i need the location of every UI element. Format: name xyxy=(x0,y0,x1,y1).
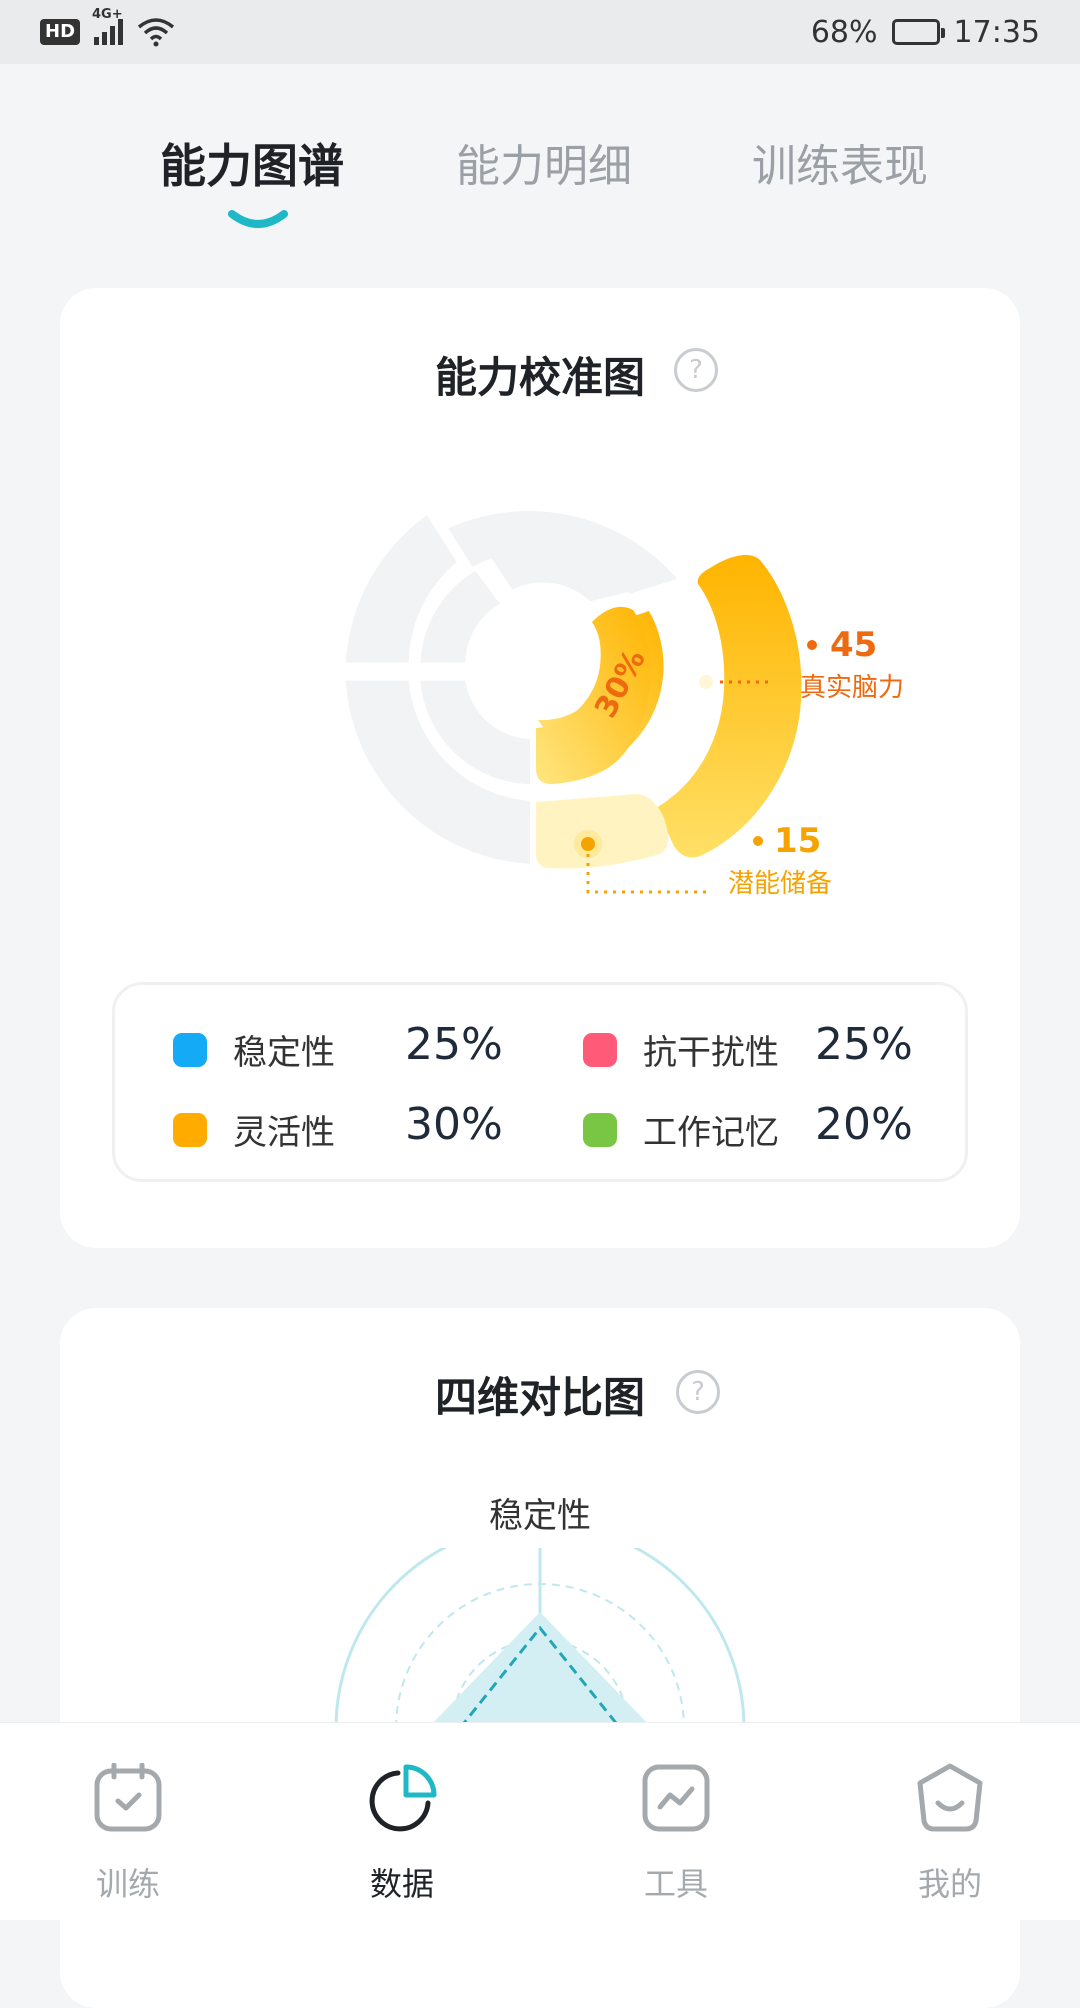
tab-ability-detail[interactable]: 能力明细 xyxy=(456,130,632,194)
clock: 17:35 xyxy=(953,14,1040,50)
legend-swatch xyxy=(583,1032,617,1067)
potential-segment xyxy=(536,794,669,869)
legend-swatch xyxy=(173,1032,207,1067)
help-icon[interactable]: ? xyxy=(676,1370,720,1414)
nav-item-data[interactable]: 数据 xyxy=(322,1723,482,1921)
legend-swatch xyxy=(583,1112,617,1147)
nav-item-tools[interactable]: 工具 xyxy=(596,1723,756,1921)
battery-percent: 68% xyxy=(810,14,878,50)
radar-chart xyxy=(334,1548,746,1728)
legend-value-working-memory: 20% xyxy=(815,1099,913,1150)
tab-ability-map[interactable]: 能力图谱 xyxy=(160,130,344,196)
bottom-nav: 训练 数据 工具 我的 xyxy=(0,1722,1080,1920)
signal-icon: 4G+ xyxy=(92,7,124,45)
hd-badge: HD xyxy=(40,19,81,45)
potential-marker xyxy=(581,837,595,851)
legend: 稳定性 25% 抗干扰性 25% 灵活性 30% 工作记忆 20% xyxy=(112,982,968,1182)
legend-swatch xyxy=(173,1112,207,1147)
potential-number: 15 xyxy=(774,821,821,861)
legend-item-working-memory: 工作记忆 xyxy=(583,1105,779,1154)
calibration-card: 能力校准图 ? 30% 45 真实脑力 15 潜能储备 稳定性 25% 抗干扰性… xyxy=(60,288,1020,1248)
true-value-label: 真实脑力 xyxy=(800,673,904,703)
smile-face-icon xyxy=(917,1763,983,1832)
comparison-title: 四维对比图 xyxy=(60,1364,1020,1425)
legend-item-stability: 稳定性 xyxy=(173,1025,335,1074)
nav-item-mine[interactable]: 我的 xyxy=(870,1723,1030,1921)
legend-value-stability: 25% xyxy=(405,1019,503,1070)
trend-chart-icon xyxy=(642,1764,710,1832)
true-value-dot xyxy=(807,640,817,650)
legend-value-interference: 25% xyxy=(815,1019,913,1070)
status-bar: HD 4G+ 68% 17:35 xyxy=(0,0,1080,64)
legend-item-flexibility: 灵活性 xyxy=(173,1105,335,1154)
true-value-number: 45 xyxy=(830,625,877,665)
status-right: 68% 17:35 xyxy=(811,15,1040,50)
battery-icon xyxy=(891,19,945,45)
top-tabs: 能力图谱 能力明细 训练表现 xyxy=(0,120,1080,240)
tab-training-performance[interactable]: 训练表现 xyxy=(752,130,928,194)
wifi-icon xyxy=(137,18,175,47)
pie-chart-icon xyxy=(369,1764,437,1832)
outer-gold-arc xyxy=(656,554,802,858)
status-left: HD 4G+ xyxy=(40,7,175,47)
nav-item-training[interactable]: 训练 xyxy=(48,1723,208,1921)
calendar-check-icon xyxy=(94,1763,162,1832)
potential-dot xyxy=(753,836,763,846)
legend-item-interference: 抗干扰性 xyxy=(583,1025,779,1074)
legend-value-flexibility: 30% xyxy=(405,1099,503,1150)
true-value-marker xyxy=(699,675,713,689)
tab-indicator xyxy=(228,210,288,228)
potential-label: 潜能储备 xyxy=(728,869,832,899)
radar-axis-label-top: 稳定性 xyxy=(489,1496,591,1536)
network-type: 4G+ xyxy=(92,7,123,22)
